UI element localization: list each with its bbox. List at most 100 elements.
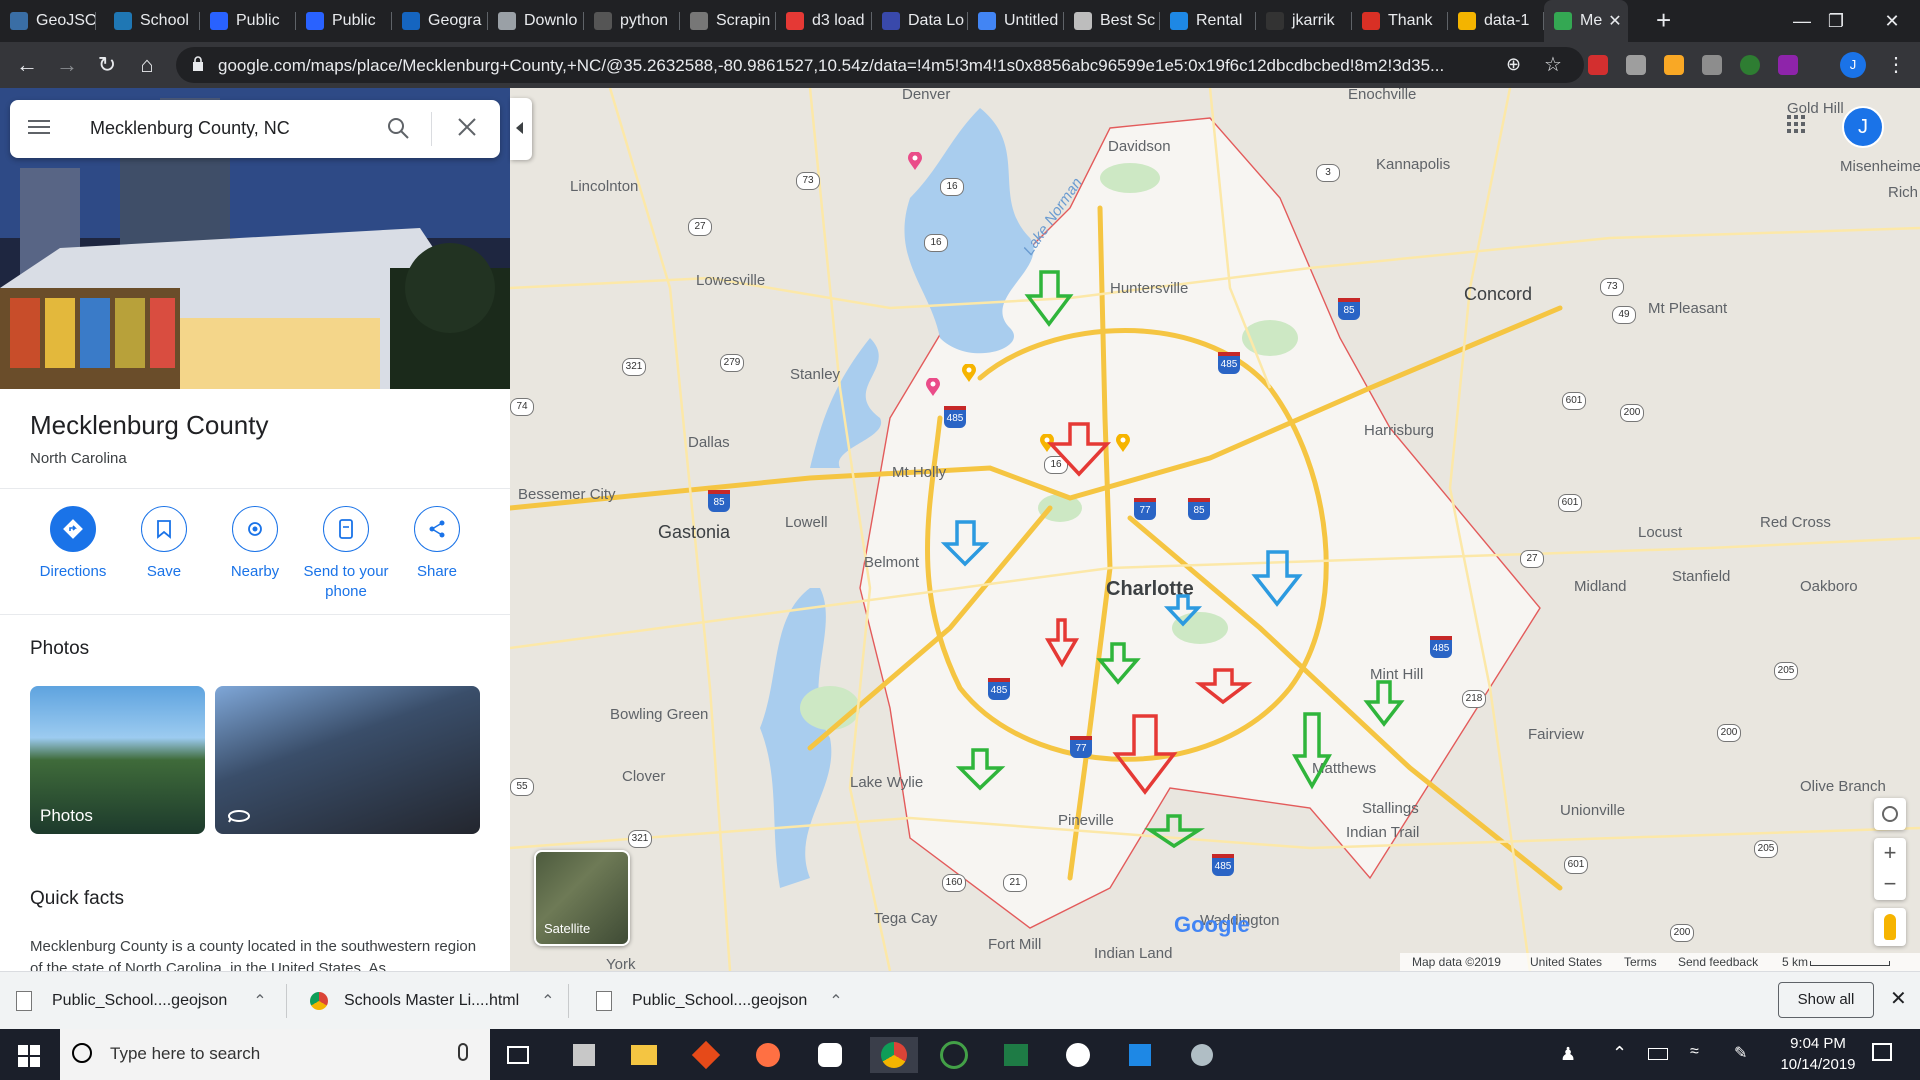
download-item[interactable]: Schools Master Li....html ⌃ (310, 972, 555, 1030)
browser-tab[interactable]: d3 load (776, 0, 872, 42)
browser-tab[interactable]: Downlo (488, 0, 584, 42)
browser-tab[interactable]: jkarrik (1256, 0, 1352, 42)
wifi-icon[interactable]: ≈ (1690, 1043, 1699, 1061)
reload-button[interactable]: ↻ (92, 50, 122, 80)
browser-tab[interactable]: Rental (1160, 0, 1256, 42)
add-location-icon[interactable]: ⊕ (1506, 54, 1521, 75)
browser-tab[interactable]: data-1 (1448, 0, 1544, 42)
chevron-up-icon[interactable]: ⌃ (829, 991, 842, 1011)
clock-date[interactable]: 10/14/2019 (1778, 1056, 1858, 1073)
extension-icon[interactable] (1664, 55, 1684, 75)
task-view-icon[interactable] (500, 1037, 536, 1073)
new-tab-button[interactable]: + (1656, 0, 1680, 42)
pegman-button[interactable] (1874, 908, 1906, 946)
send-to-phone-button[interactable]: Send to your phone (301, 506, 391, 602)
browser-tab[interactable]: Geogra (392, 0, 488, 42)
search-input[interactable]: Mecklenburg County, NC (90, 118, 290, 139)
windows-start-icon[interactable] (18, 1045, 40, 1067)
browser-tab[interactable]: GeoJSO (0, 0, 96, 42)
green-arrow-icon (1363, 680, 1405, 727)
chevron-up-icon[interactable]: ⌃ (1612, 1043, 1627, 1064)
download-filename: Public_School....geojson (52, 992, 228, 1009)
chrome-icon[interactable] (870, 1037, 918, 1073)
browser-tab[interactable]: Scrapin (680, 0, 776, 42)
git-icon[interactable] (688, 1037, 724, 1073)
nearby-button[interactable]: Nearby (210, 506, 300, 582)
chevron-up-icon[interactable]: ⌃ (541, 991, 554, 1011)
forward-button[interactable]: → (52, 50, 82, 80)
country-label[interactable]: United States (1530, 955, 1602, 969)
browser-tab[interactable]: School (104, 0, 200, 42)
browser-tab[interactable]: Public (200, 0, 296, 42)
adblock-extension-icon[interactable] (1588, 55, 1608, 75)
map-canvas[interactable]: Denver Enochville Davidson Lincolnton Kannap… (510, 88, 1920, 971)
show-all-button[interactable]: Show all (1778, 982, 1874, 1018)
browser-tab[interactable]: python (584, 0, 680, 42)
people-icon[interactable]: ♟ (1560, 1044, 1576, 1065)
zoom-out-button[interactable]: − (1874, 869, 1906, 899)
street-view-thumbnail[interactable] (215, 686, 480, 834)
map-scale[interactable]: 5 km (1782, 955, 1808, 969)
browser-tab[interactable]: Best Sc (1064, 0, 1160, 42)
close-window-button[interactable]: ✕ (1864, 0, 1920, 42)
browser-tab[interactable]: Untitled (968, 0, 1064, 42)
browser-tab[interactable]: Thank (1352, 0, 1448, 42)
check-extension-icon[interactable] (1740, 55, 1760, 75)
satellite-toggle[interactable]: Satellite (534, 850, 630, 946)
taskbar-search-box[interactable]: Type here to search (60, 1029, 490, 1080)
download-filename: Schools Master Li....html (344, 992, 520, 1009)
menu-icon[interactable]: ⋮ (1886, 52, 1906, 77)
extension-icon[interactable] (1626, 55, 1646, 75)
download-item[interactable]: Public_School....geojson ⌃ (596, 972, 843, 1030)
app-icon[interactable] (936, 1037, 972, 1073)
save-button[interactable]: Save (119, 506, 209, 582)
directions-button[interactable]: Directions (28, 506, 118, 582)
tab-label: Thank (1388, 12, 1433, 29)
microphone-icon[interactable] (458, 1043, 468, 1061)
collapse-panel-button[interactable] (510, 98, 532, 160)
pen-icon[interactable]: ✎ (1734, 1043, 1747, 1063)
zoom-in-button[interactable]: + (1874, 838, 1906, 868)
home-button[interactable]: ⌂ (132, 50, 162, 80)
google-logo: Google (1174, 912, 1250, 937)
url-text: google.com/maps/place/Mecklenburg+County… (218, 56, 1445, 75)
photo-thumbnail[interactable]: Photos (30, 686, 205, 834)
chevron-up-icon[interactable]: ⌃ (253, 991, 266, 1011)
browser-tab[interactable]: Public (296, 0, 392, 42)
vscode-icon[interactable] (1122, 1037, 1158, 1073)
profile-avatar[interactable]: J (1840, 52, 1866, 78)
address-bar[interactable]: google.com/maps/place/Mecklenburg+County… (176, 47, 1584, 83)
app-icon[interactable] (1184, 1037, 1220, 1073)
tab-favicon-icon (594, 12, 612, 30)
excel-icon[interactable] (998, 1037, 1034, 1073)
clock-time[interactable]: 9:04 PM (1778, 1035, 1858, 1052)
firefox-icon[interactable] (750, 1037, 786, 1073)
slack-icon[interactable] (812, 1037, 848, 1073)
notifications-icon[interactable] (1872, 1043, 1892, 1061)
menu-hamburger-icon[interactable] (28, 118, 50, 136)
apps-grid-icon[interactable] (1786, 114, 1806, 134)
close-icon[interactable] (456, 116, 478, 143)
my-location-button[interactable] (1874, 798, 1906, 830)
app-icon[interactable] (566, 1037, 602, 1073)
file-explorer-icon[interactable] (626, 1037, 662, 1073)
battery-icon (1648, 1048, 1668, 1060)
share-button[interactable]: Share (392, 506, 482, 582)
browser-tab[interactable]: Data Lo (872, 0, 968, 42)
bookmark-star-icon[interactable]: ☆ (1544, 52, 1562, 77)
send-feedback-link[interactable]: Send feedback (1678, 955, 1758, 969)
tab-label: jkarrik (1292, 12, 1335, 29)
search-icon[interactable] (386, 116, 410, 145)
place-subtitle: North Carolina (30, 450, 127, 467)
restore-button[interactable]: ❐ (1808, 0, 1864, 42)
app-icon[interactable] (1060, 1037, 1096, 1073)
download-item[interactable]: Public_School....geojson ⌃ (16, 972, 267, 1030)
terms-link[interactable]: Terms (1624, 955, 1657, 969)
back-button[interactable]: ← (12, 50, 42, 80)
account-avatar[interactable]: J (1842, 106, 1884, 148)
close-downloads-icon[interactable]: ✕ (1890, 986, 1907, 1011)
browser-tab[interactable]: Me ✕ (1544, 0, 1628, 42)
close-tab-icon[interactable]: ✕ (1608, 11, 1621, 31)
extension-icon[interactable] (1702, 55, 1722, 75)
extension-icon[interactable] (1778, 55, 1798, 75)
